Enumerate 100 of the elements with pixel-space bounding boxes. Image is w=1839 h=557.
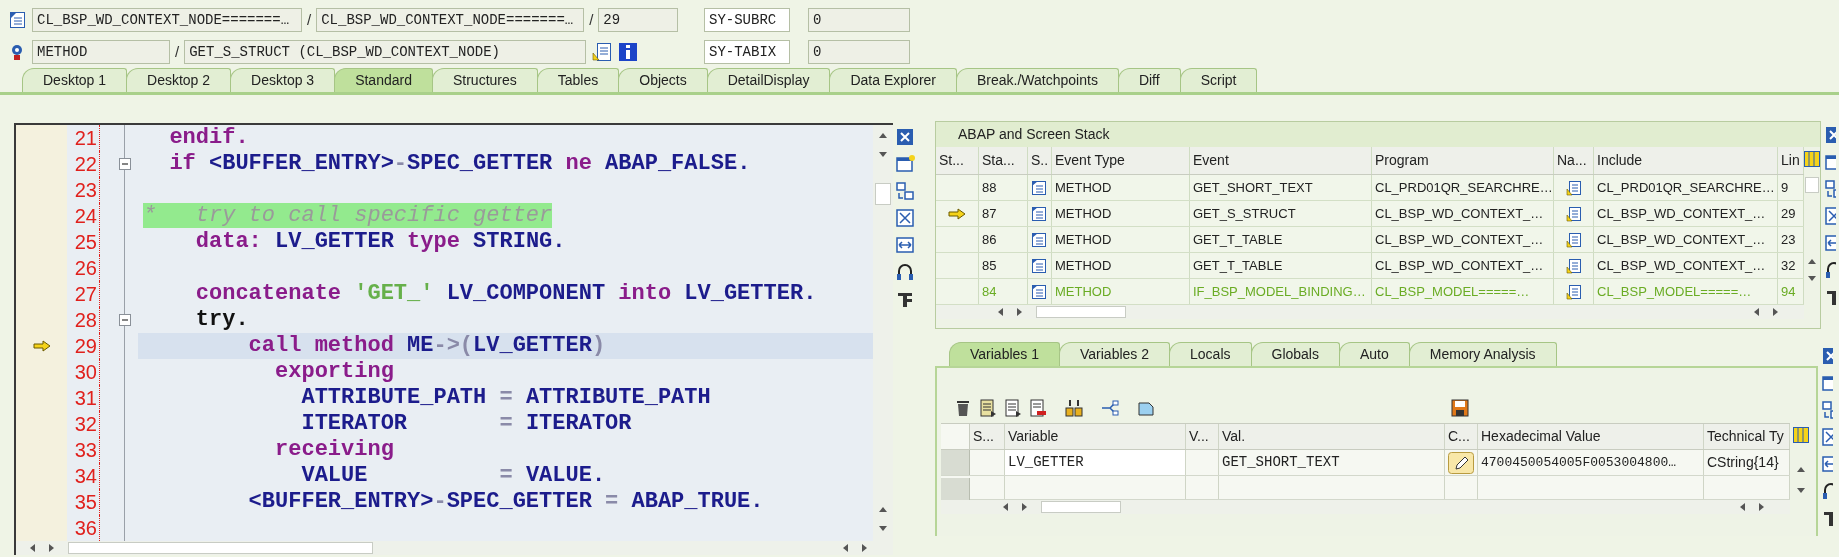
swap-windows-icon[interactable]: [1824, 179, 1836, 199]
list-remove-icon[interactable]: [1028, 398, 1048, 418]
scroll-right-icon[interactable]: [1758, 502, 1766, 512]
scroll-up-icon[interactable]: [878, 131, 888, 139]
branch-icon[interactable]: [1100, 398, 1120, 418]
column-header[interactable]: St...: [936, 147, 979, 174]
column-header[interactable]: Sta...: [979, 147, 1028, 174]
navigate-icon[interactable]: [1565, 231, 1582, 248]
horizontal-scrollbar[interactable]: [16, 541, 893, 555]
scroll-left-icon[interactable]: [841, 543, 849, 554]
collapse-icon[interactable]: [118, 314, 131, 326]
fullscreen-icon[interactable]: [895, 208, 915, 228]
resize-icon[interactable]: [1821, 454, 1833, 474]
tab[interactable]: DetailDisplay: [706, 68, 831, 92]
headset-icon[interactable]: [1821, 481, 1833, 501]
navigate-icon[interactable]: [1565, 257, 1582, 274]
collapse-icon[interactable]: [118, 158, 131, 170]
headset-icon[interactable]: [1824, 260, 1836, 280]
swap-windows-icon[interactable]: [1821, 400, 1833, 420]
event-type-field[interactable]: METHOD: [32, 40, 170, 64]
resize-icon[interactable]: [895, 235, 915, 255]
tab[interactable]: Memory Analysis: [1408, 342, 1557, 366]
scroll-up-icon[interactable]: [878, 505, 888, 514]
tab[interactable]: Locals: [1169, 342, 1252, 366]
column-header[interactable]: S..: [1028, 147, 1052, 174]
tab[interactable]: Variables 1: [949, 342, 1060, 366]
column-header[interactable]: Lin: [1778, 147, 1804, 174]
tab[interactable]: Standard: [334, 68, 433, 92]
scroll-left-icon[interactable]: [1752, 307, 1760, 317]
scroll-right-icon[interactable]: [48, 543, 56, 554]
tab[interactable]: Structures: [431, 68, 538, 92]
horizontal-scrollbar[interactable]: [936, 305, 1804, 319]
vertical-scrollbar[interactable]: [873, 125, 893, 542]
close-icon[interactable]: [1821, 346, 1833, 366]
resize-icon[interactable]: [1824, 233, 1836, 253]
column-header[interactable]: Variable: [1005, 424, 1186, 449]
tab[interactable]: Script: [1179, 68, 1258, 92]
column-header[interactable]: V...: [1186, 424, 1219, 449]
column-header[interactable]: Event Type: [1052, 147, 1190, 174]
new-window-icon[interactable]: [1824, 152, 1836, 172]
tab[interactable]: Data Explorer: [829, 68, 957, 92]
column-header[interactable]: Val.: [1219, 424, 1445, 449]
scrollbar-thumb[interactable]: [1041, 501, 1121, 513]
close-icon[interactable]: [895, 127, 915, 147]
scrollbar-thumb[interactable]: [1805, 177, 1819, 193]
column-header[interactable]: C...: [1445, 424, 1478, 449]
document-icon[interactable]: [8, 11, 26, 29]
tab[interactable]: Globals: [1250, 342, 1340, 366]
column-header[interactable]: Event: [1190, 147, 1372, 174]
navigate-icon[interactable]: [1565, 179, 1582, 196]
scroll-left-icon[interactable]: [28, 543, 36, 554]
fullscreen-icon[interactable]: [1821, 427, 1833, 447]
fullscreen-icon[interactable]: [1824, 206, 1836, 226]
list-icon[interactable]: [978, 398, 998, 418]
horizontal-scrollbar[interactable]: [941, 500, 1790, 514]
column-header[interactable]: Hexadecimal Value: [1478, 424, 1704, 449]
scroll-down-icon[interactable]: [878, 151, 888, 159]
save-icon[interactable]: [1450, 398, 1470, 418]
tab[interactable]: Variables 2: [1059, 342, 1171, 366]
scrollbar-thumb[interactable]: [1036, 306, 1126, 318]
scroll-down-icon[interactable]: [1807, 275, 1817, 283]
new-window-icon[interactable]: [1821, 373, 1833, 393]
new-window-icon[interactable]: [895, 154, 915, 174]
stack-row[interactable]: 87 METHOD GET_S_STRUCT CL_BSP_WD_CONTEXT_… CL_BSP_WD_CONTEXT_… 29: [936, 201, 1804, 227]
tab[interactable]: Desktop 3: [230, 68, 336, 92]
tab[interactable]: Diff: [1117, 68, 1181, 92]
scroll-left-icon[interactable]: [1738, 502, 1746, 512]
navigate-icon[interactable]: [1565, 205, 1582, 222]
edit-pencil-icon[interactable]: [1448, 451, 1474, 474]
column-header[interactable]: Include: [1594, 147, 1778, 174]
scroll-down-icon[interactable]: [1796, 487, 1806, 495]
tab[interactable]: Break./Watchpoints: [956, 68, 1119, 92]
system-field-value[interactable]: 0: [808, 40, 910, 64]
column-header[interactable]: Na...: [1554, 147, 1594, 174]
column-settings-icon[interactable]: [1804, 151, 1820, 167]
event-field[interactable]: GET_S_STRUCT (CL_BSP_WD_CONTEXT_NODE): [184, 40, 587, 64]
scroll-left-icon[interactable]: [996, 307, 1004, 317]
stack-row[interactable]: 85 METHOD GET_T_TABLE CL_BSP_WD_CONTEXT_… CL_BSP_WD_CONTEXT_… 32: [936, 253, 1804, 279]
column-header[interactable]: S...: [970, 424, 1005, 449]
scroll-up-icon[interactable]: [1796, 465, 1806, 473]
program-field[interactable]: CL_BSP_WD_CONTEXT_NODE=======…: [32, 8, 302, 32]
list-icon[interactable]: [1003, 398, 1023, 418]
scroll-up-icon[interactable]: [1807, 257, 1817, 265]
system-field-name[interactable]: SY-SUBRC: [704, 8, 790, 32]
navigate-icon[interactable]: [592, 42, 613, 62]
column-settings-icon[interactable]: [1793, 427, 1809, 443]
swap-windows-icon[interactable]: [895, 181, 915, 201]
scrollbar-thumb[interactable]: [68, 542, 373, 555]
scroll-right-icon[interactable]: [1021, 502, 1029, 512]
line-field[interactable]: 29: [598, 8, 679, 32]
close-icon[interactable]: [1824, 125, 1836, 145]
stack-row[interactable]: 86 METHOD GET_T_TABLE CL_BSP_WD_CONTEXT_… CL_BSP_WD_CONTEXT_… 23: [936, 227, 1804, 253]
scroll-right-icon[interactable]: [1016, 307, 1024, 317]
tab[interactable]: Objects: [618, 68, 708, 92]
scroll-right-icon[interactable]: [1772, 307, 1780, 317]
stack-row[interactable]: 88 METHOD GET_SHORT_TEXT CL_PRD01QR_SEARCHRE… CL_PRD01QR_SEARCHRE… 9: [936, 175, 1804, 201]
tab[interactable]: Auto: [1338, 342, 1410, 366]
navigate-icon[interactable]: [1565, 283, 1582, 300]
scroll-left-icon[interactable]: [1001, 502, 1009, 512]
tab[interactable]: Tables: [536, 68, 620, 92]
